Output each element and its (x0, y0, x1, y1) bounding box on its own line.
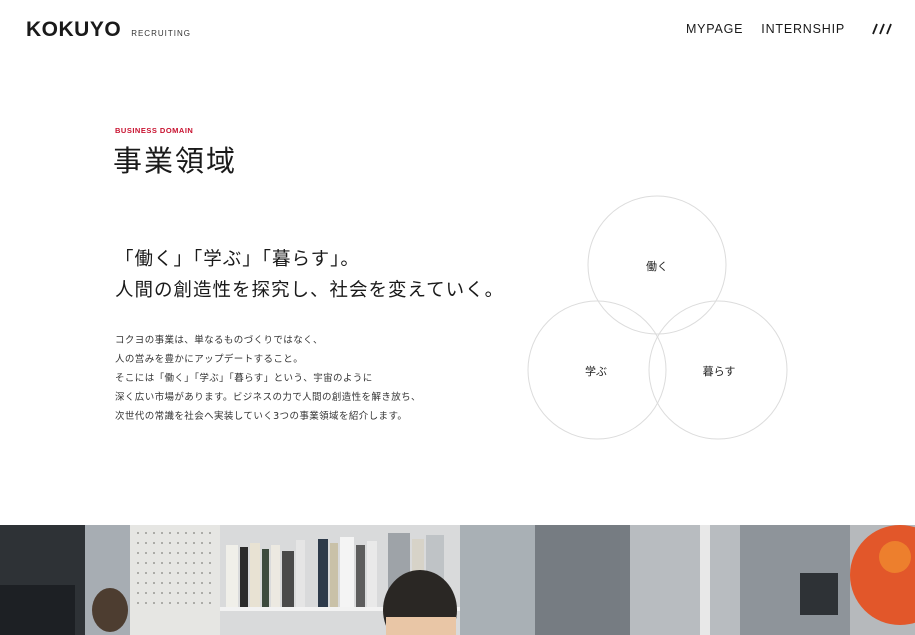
body-copy: コクヨの事業は、単なるものづくりではなく、 人の営みを豊かにアップデートすること… (115, 331, 421, 426)
menu-slashes-icon[interactable] (869, 23, 895, 35)
logo-wordmark: KOKUYO (26, 18, 122, 41)
body-line: 深く広い市場があります。ビジネスの力で人間の創造性を解き放ち、 (115, 392, 421, 403)
office-photo (0, 525, 915, 635)
body-line: そこには「働く」「学ぶ」「暮らす」という、宇宙のように (115, 373, 373, 384)
site-header: KOKUYO RECRUITING MYPAGE INTERNSHIP (0, 0, 915, 62)
logo-subtitle: RECRUITING (131, 29, 191, 38)
venn-label-learn[interactable]: 学ぶ (585, 363, 607, 379)
body-line: コクヨの事業は、単なるものづくりではなく、 (115, 335, 323, 346)
nav-mypage-link[interactable]: MYPAGE (686, 22, 743, 36)
section-eyebrow: BUSINESS DOMAIN (115, 126, 194, 135)
body-line: 次世代の常識を社会へ実装していく3つの事業領域を紹介します。 (115, 411, 408, 422)
lead-line: 「働く」「学ぶ」「暮らす」。 (115, 249, 360, 270)
nav-internship-link[interactable]: INTERNSHIP (761, 22, 845, 36)
lead-copy: 「働く」「学ぶ」「暮らす」。 人間の創造性を探究し、社会を変えていく。 (115, 244, 504, 306)
office-photo-illustration (0, 525, 915, 635)
page-title: 事業領域 (113, 144, 238, 178)
main-nav: MYPAGE INTERNSHIP (668, 22, 895, 36)
site-logo[interactable]: KOKUYO RECRUITING (26, 18, 191, 42)
body-line: 人の営みを豊かにアップデートすること。 (115, 354, 304, 365)
venn-label-live[interactable]: 暮らす (703, 363, 736, 379)
venn-label-work[interactable]: 働く (646, 258, 668, 274)
lead-line: 人間の創造性を探究し、社会を変えていく。 (115, 280, 505, 301)
venn-circles (527, 195, 788, 440)
domain-venn-diagram: 働く 学ぶ 暮らす (520, 190, 795, 450)
